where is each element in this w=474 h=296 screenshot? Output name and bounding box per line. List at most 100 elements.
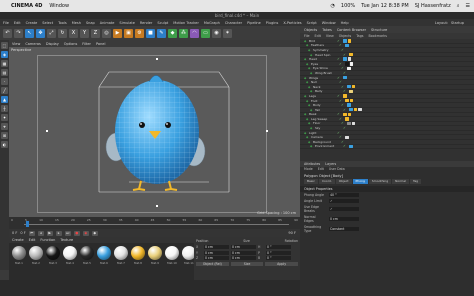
material-tag-icon[interactable]	[347, 103, 351, 107]
menu-window[interactable]: Window	[322, 21, 336, 25]
attribute-value[interactable]: Constant	[329, 227, 359, 231]
material-swatch[interactable]: Mat.9	[148, 246, 162, 277]
object-name[interactable]: Camera	[311, 135, 339, 139]
object-name[interactable]: Eyes	[311, 62, 339, 66]
playhead[interactable]	[26, 221, 29, 227]
size-field[interactable]: 0 cm	[231, 250, 256, 255]
live-selection-icon[interactable]: ↖	[25, 28, 34, 38]
menu-x-particles[interactable]: X-Particles	[283, 21, 301, 25]
object-name[interactable]: Feathers	[311, 43, 339, 47]
menu-pipeline[interactable]: Pipeline	[247, 21, 261, 25]
autokey-icon[interactable]: ◉	[82, 230, 89, 236]
material-tag-icon[interactable]	[347, 39, 351, 43]
material-menu-function[interactable]: Function	[40, 238, 55, 242]
menu-script[interactable]: Script	[307, 21, 317, 25]
attr-subtab-tag[interactable]: Tag	[409, 178, 422, 184]
render-picture-viewer-icon[interactable]: ▣	[124, 28, 133, 38]
menu-snap[interactable]: Snap	[86, 21, 95, 25]
menu-sculpt[interactable]: Sculpt	[157, 21, 168, 25]
array-icon[interactable]: ⁂	[179, 28, 188, 38]
attribute-value[interactable]: ✓	[329, 199, 359, 203]
subdivision-icon[interactable]: ◆	[168, 28, 177, 38]
material-tag-icon[interactable]	[351, 121, 355, 126]
attr-tab-attributes[interactable]: Attributes	[304, 162, 320, 166]
object-menu-view[interactable]: View	[326, 34, 334, 38]
visibility-check-icon[interactable]: ✓	[343, 71, 349, 75]
visibility-check-icon[interactable]: ✓	[337, 131, 343, 135]
object-name[interactable]: Head	[309, 57, 337, 61]
object-menu-tags[interactable]: Tags	[356, 34, 363, 38]
material-tag-icon[interactable]	[343, 112, 347, 117]
material-swatch[interactable]: Mat.8	[131, 246, 145, 277]
object-name[interactable]: Tail	[315, 108, 343, 112]
attr-menu-edit[interactable]: Edit	[318, 167, 324, 172]
current-frame[interactable]: 0 F	[20, 231, 25, 235]
start-frame[interactable]: 0 F	[12, 231, 17, 235]
object-name[interactable]: Null	[311, 80, 339, 84]
scale-icon[interactable]: ⤢	[47, 28, 56, 38]
menu-simulate[interactable]: Simulate	[119, 21, 134, 25]
viewport-menu-display[interactable]: Display	[46, 42, 59, 46]
material-tag-icon[interactable]	[358, 107, 362, 112]
menu-list-icon[interactable]: ☰	[466, 3, 470, 9]
menu-motion-tracker[interactable]: Motion Tracker	[173, 21, 199, 25]
object-name[interactable]: Environment	[315, 144, 343, 148]
object-name[interactable]: Symmetry	[313, 48, 341, 52]
goto-end-icon[interactable]: ⏭	[64, 230, 71, 236]
viewport-menu-panel[interactable]: Panel	[96, 42, 105, 46]
attribute-value[interactable]: ✓	[329, 207, 359, 211]
menu-create[interactable]: Create	[26, 21, 38, 25]
material-tag-icon[interactable]	[345, 43, 349, 48]
material-swatch[interactable]: Mat.5	[80, 246, 94, 277]
clock[interactable]: Tue Jan 12 8:38 PM	[361, 3, 409, 9]
layout-switcher[interactable]: Layout: Startup	[435, 21, 464, 25]
object-name[interactable]: Bird	[309, 39, 337, 43]
world-coords-icon[interactable]: ◎	[102, 28, 111, 38]
material-tag-icon[interactable]	[349, 52, 353, 57]
rotate-icon[interactable]: ↻	[58, 28, 67, 38]
material-menu-edit[interactable]: Edit	[29, 238, 36, 242]
object-menu-file[interactable]: File	[304, 34, 310, 38]
object-menu-objects[interactable]: Objects	[339, 34, 351, 38]
material-swatch[interactable]: Mat.4	[63, 246, 77, 277]
user-name[interactable]: SJ Hassenfratz	[415, 3, 451, 9]
attr-subtab-coord[interactable]: Coord.	[318, 178, 335, 184]
attr-tab-layers[interactable]: Layers	[325, 162, 336, 166]
object-name[interactable]: Body	[313, 103, 341, 107]
z-axis-icon[interactable]: Z	[91, 28, 100, 38]
viewport[interactable]: Perspective Grid Spacing: 100 cm	[9, 47, 300, 217]
attr-menu-user-data[interactable]: User Data	[329, 167, 345, 172]
attr-menu-mode[interactable]: Mode	[304, 167, 313, 172]
goto-start-icon[interactable]: ⏮	[28, 230, 35, 236]
edges-mode-icon[interactable]: ╱	[1, 87, 8, 94]
tab-structure[interactable]: Structure	[371, 28, 387, 32]
visibility-check-icon[interactable]: ✓	[339, 80, 345, 84]
workplane-icon[interactable]: ▤	[1, 69, 8, 76]
material-tag-icon[interactable]	[349, 98, 353, 103]
camera-icon[interactable]: ◉	[212, 28, 221, 38]
viewport-menu-view[interactable]: View	[12, 42, 20, 46]
material-menu-create[interactable]: Create	[12, 238, 24, 242]
position-field[interactable]: 0 cm	[204, 250, 229, 255]
object-name[interactable]: Legs	[309, 94, 337, 98]
polygons-mode-icon[interactable]: ▲	[1, 96, 8, 103]
material-tag-icon[interactable]	[343, 39, 347, 43]
material-tag-icon[interactable]	[349, 144, 353, 149]
menu-file[interactable]: File	[3, 21, 9, 25]
undo-icon[interactable]: ↶	[3, 28, 12, 38]
material-tag-icon[interactable]	[353, 107, 357, 112]
attr-subtab-normal[interactable]: Normal	[392, 178, 409, 184]
material-tag-icon[interactable]	[347, 121, 351, 126]
material-tag-icon[interactable]	[349, 107, 353, 112]
position-field[interactable]: 0 cm	[204, 245, 229, 249]
object-name[interactable]: Wings	[309, 76, 337, 80]
search-icon[interactable]: ⌕	[457, 3, 460, 9]
menu-edit[interactable]: Edit	[14, 21, 21, 25]
visibility-check-icon[interactable]: ✓	[341, 140, 347, 144]
menu-tools[interactable]: Tools	[58, 21, 67, 25]
play-icon[interactable]: ▶	[46, 230, 53, 236]
object-menu-bookmarks[interactable]: Bookmarks	[369, 34, 387, 38]
y-axis-icon[interactable]: Y	[80, 28, 89, 38]
pen-icon[interactable]: ✎	[157, 28, 166, 38]
material-tag-icon[interactable]	[345, 98, 349, 103]
